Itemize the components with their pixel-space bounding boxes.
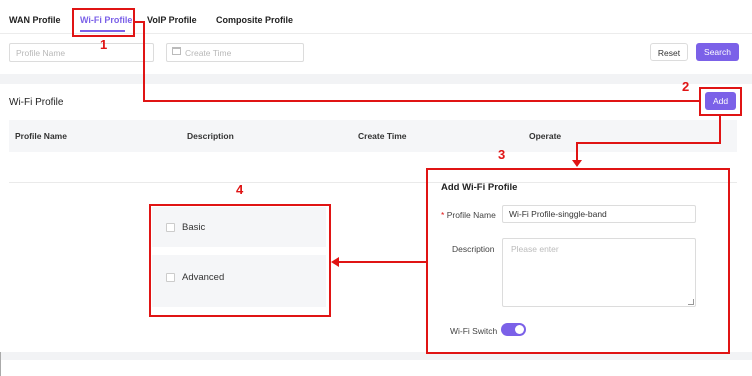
- arrow-down-icon: [572, 160, 582, 167]
- callout-box-options: [149, 204, 331, 317]
- profile-name-filter-input[interactable]: Profile Name: [9, 43, 154, 62]
- reset-button[interactable]: Reset: [650, 43, 688, 61]
- connector-line: [576, 142, 578, 162]
- callout-number-3: 3: [498, 147, 506, 162]
- search-button[interactable]: Search: [696, 43, 739, 61]
- section-title: Wi-Fi Profile: [9, 97, 64, 108]
- callout-number-4: 4: [236, 182, 244, 197]
- left-edge-line: [0, 352, 1, 376]
- calendar-icon: [172, 47, 181, 55]
- section-divider: [0, 74, 752, 84]
- callout-box-dialog: [426, 168, 730, 354]
- column-create-time: Create Time: [358, 131, 407, 141]
- column-profile-name: Profile Name: [15, 131, 67, 141]
- connector-line: [576, 142, 721, 144]
- tab-wan-profile[interactable]: WAN Profile: [9, 15, 61, 25]
- tab-voip-profile[interactable]: VoIP Profile: [147, 15, 197, 25]
- connector-line: [338, 261, 426, 263]
- callout-number-1: 1: [100, 37, 108, 52]
- arrow-left-icon: [331, 257, 339, 267]
- callout-box-wifi-tab: [72, 8, 135, 37]
- column-description: Description: [187, 131, 234, 141]
- callout-number-2: 2: [682, 79, 690, 94]
- connector-line: [143, 21, 145, 102]
- create-time-filter-input[interactable]: Create Time: [166, 43, 304, 62]
- callout-box-add: [699, 87, 742, 116]
- tab-composite-profile[interactable]: Composite Profile: [216, 15, 293, 25]
- connector-line: [719, 116, 721, 144]
- connector-line: [143, 100, 700, 102]
- column-operate: Operate: [529, 131, 562, 141]
